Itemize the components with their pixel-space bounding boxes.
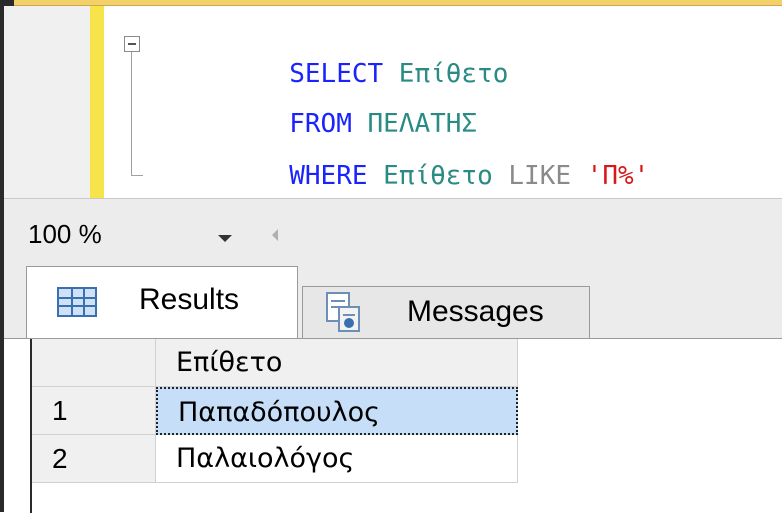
grid-icon bbox=[57, 287, 97, 317]
table-row[interactable]: 2 Παλαιολόγος bbox=[32, 435, 518, 483]
select-all-corner[interactable] bbox=[32, 339, 156, 387]
result-cell[interactable]: Παπαδόπουλος bbox=[156, 387, 518, 435]
change-tracking-bar bbox=[90, 6, 104, 198]
row-number-label: 1 bbox=[52, 395, 68, 426]
result-cell[interactable]: Παλαιολόγος bbox=[156, 435, 518, 483]
editor-gutter bbox=[4, 6, 90, 198]
column-header-label: Επίθετο bbox=[176, 347, 283, 378]
cell-value: Παπαδόπουλος bbox=[178, 397, 380, 428]
zoom-combobox[interactable]: 100 % bbox=[28, 219, 102, 250]
table-row[interactable]: 1 Παπαδόπουλος bbox=[32, 387, 518, 435]
chevron-down-icon[interactable] bbox=[218, 235, 232, 242]
cell-value: Παλαιολόγος bbox=[176, 443, 355, 474]
column-header[interactable]: Επίθετο bbox=[156, 339, 518, 387]
fold-guide bbox=[131, 52, 132, 176]
sql-identifier: Επίθετο bbox=[367, 161, 493, 191]
zoom-bar: 100 % bbox=[4, 198, 782, 262]
scroll-left-icon[interactable] bbox=[272, 229, 278, 241]
tab-results[interactable]: Results bbox=[26, 266, 298, 338]
sql-editor[interactable]: SELECT Επίθετο FROM ΠΕΛΑΤΗΣ WHERE Επίθετ… bbox=[4, 6, 782, 198]
tab-messages-label: Messages bbox=[407, 295, 544, 328]
sql-operator: LIKE bbox=[492, 161, 587, 191]
tab-results-label: Results bbox=[139, 283, 240, 316]
row-number-label: 2 bbox=[52, 443, 68, 474]
messages-icon bbox=[326, 292, 360, 332]
tab-messages[interactable]: Messages bbox=[302, 286, 590, 338]
code-area[interactable]: SELECT Επίθετο FROM ΠΕΛΑΤΗΣ WHERE Επίθετ… bbox=[104, 6, 782, 198]
sql-string: 'Π%' bbox=[586, 161, 650, 191]
query-window: SELECT Επίθετο FROM ΠΕΛΑΤΗΣ WHERE Επίθετ… bbox=[0, 0, 782, 513]
fold-guide-end bbox=[131, 175, 143, 176]
grid-header-row: Επίθετο bbox=[32, 339, 518, 387]
sql-keyword: WHERE bbox=[289, 161, 368, 191]
row-number[interactable]: 1 bbox=[32, 387, 156, 435]
results-grid: Επίθετο 1 Παπαδόπουλος 2 Παλαιολόγος bbox=[4, 338, 782, 513]
collapse-icon[interactable] bbox=[124, 36, 140, 52]
row-number[interactable]: 2 bbox=[32, 435, 156, 483]
results-tabstrip: Results Messages bbox=[4, 262, 782, 338]
